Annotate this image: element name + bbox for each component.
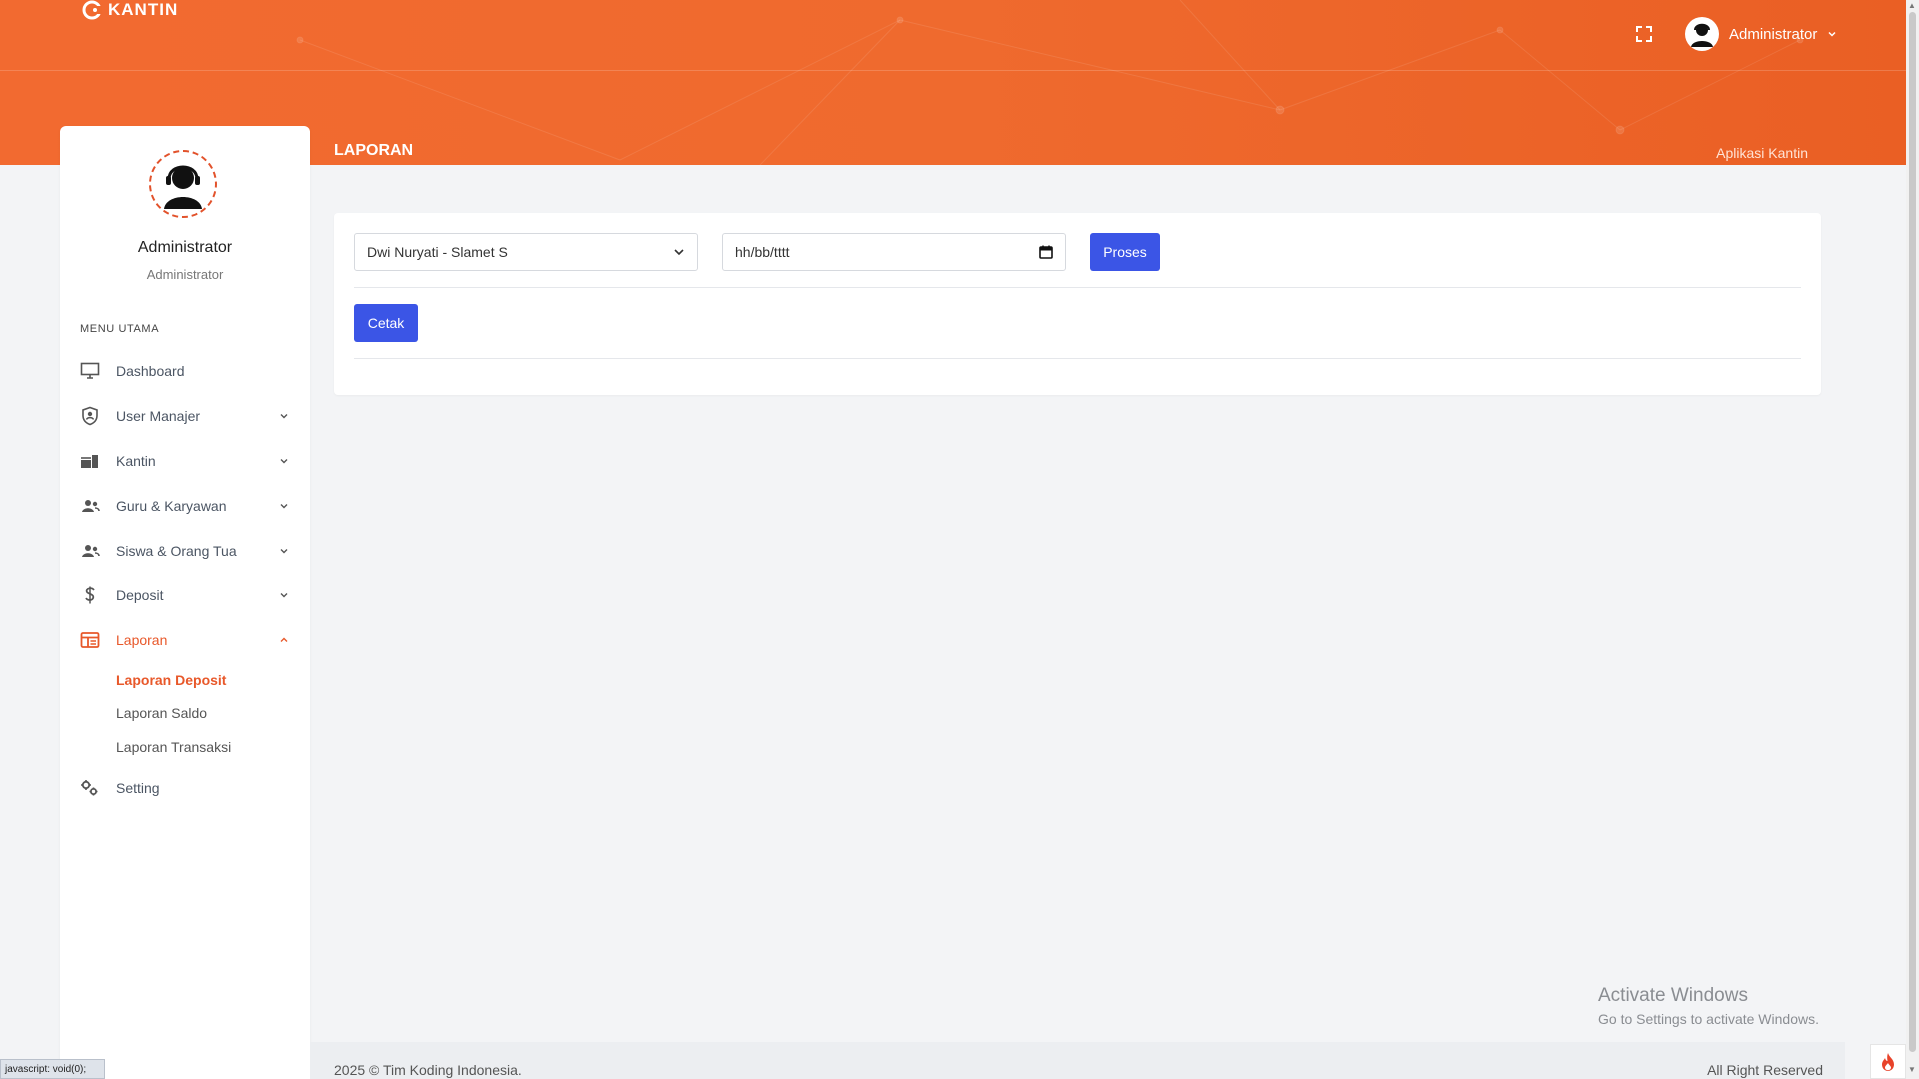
member-select-value: Dwi Nuryati - Slamet S — [367, 244, 508, 260]
sidebar-item-dashboard[interactable]: Dashboard — [80, 356, 290, 386]
sidebar-item-label: Guru & Karyawan — [116, 498, 227, 514]
sidebar-item-laporan[interactable]: Laporan — [80, 625, 290, 655]
watermark-subtitle: Go to Settings to activate Windows. — [1598, 1011, 1819, 1027]
divider — [354, 287, 1801, 288]
floating-widget-button[interactable] — [1870, 1044, 1906, 1079]
chevron-down-icon — [278, 455, 290, 467]
divider — [354, 358, 1801, 359]
sidebar-subitem-laporan-transaksi[interactable]: Laporan Transaksi — [116, 739, 231, 755]
sidebar-item-label: Kantin — [116, 453, 156, 469]
watermark-title: Activate Windows — [1598, 985, 1748, 1006]
sidebar-item-user-manajer[interactable]: User Manajer — [80, 401, 290, 431]
activate-windows-watermark: Activate Windows Go to Settings to activ… — [1598, 985, 1819, 1027]
chevron-down-icon — [1828, 31, 1836, 37]
profile-role: Administrator — [146, 267, 224, 282]
user-avatar-icon — [164, 165, 202, 209]
chevron-down-icon — [278, 500, 290, 512]
sidebar-item-deposit[interactable]: Deposit — [80, 580, 290, 610]
chevron-down-icon — [278, 545, 290, 557]
sidebar-item-label: User Manajer — [116, 408, 201, 424]
sidebar-item-label: Laporan — [116, 632, 168, 648]
sidebar-item-kantin[interactable]: Kantin — [80, 446, 290, 476]
sidebar-item-label: Deposit — [116, 587, 164, 603]
sidebar-item-setting[interactable]: Setting — [80, 773, 290, 803]
avatar — [1685, 17, 1719, 51]
chevron-down-icon — [278, 410, 290, 422]
user-name: Administrator — [1729, 25, 1818, 43]
brand-logo[interactable]: KANTIN — [82, 0, 178, 20]
user-avatar-icon — [1691, 23, 1713, 47]
chevron-down-icon — [278, 589, 290, 601]
report-icon — [80, 630, 100, 650]
app-name: Aplikasi Kantin — [1716, 145, 1808, 161]
sidebar-item-guru-karyawan[interactable]: Guru & Karyawan — [80, 491, 290, 521]
chevron-down-icon — [674, 249, 684, 256]
brand-name: KANTIN — [108, 0, 179, 19]
member-select[interactable]: Dwi Nuryati - Slamet S — [354, 233, 698, 271]
fullscreen-icon[interactable] — [1634, 24, 1654, 44]
gears-icon — [80, 778, 100, 798]
user-menu-dropdown[interactable]: Administrator — [1685, 16, 1837, 52]
fire-icon — [1882, 1052, 1894, 1071]
sidebar: Administrator Administrator MENU UTAMA D… — [60, 126, 310, 1079]
footer: 2025 © Tim Koding Indonesia. All Right R… — [310, 1042, 1845, 1079]
scroll-thumb[interactable] — [1909, 12, 1916, 1052]
report-filter-card: Dwi Nuryati - Slamet S hh/bb/tttt Proses… — [334, 213, 1821, 395]
browser-status-bar: javascript: void(0); — [0, 1059, 105, 1079]
monitor-icon — [80, 361, 100, 381]
footer-copyright: 2025 © Tim Koding Indonesia. — [334, 1062, 522, 1078]
users-icon — [80, 496, 100, 516]
sidebar-subitem-laporan-deposit[interactable]: Laporan Deposit — [116, 672, 226, 688]
calendar-icon[interactable] — [1039, 245, 1053, 259]
dollar-icon — [80, 585, 100, 605]
page-scrollbar[interactable]: ▲ ▼ — [1906, 0, 1919, 1079]
scroll-up-arrow-icon[interactable]: ▲ — [1908, 1, 1916, 10]
sidebar-item-siswa-orang-tua[interactable]: Siswa & Orang Tua — [80, 536, 290, 566]
users-icon — [80, 541, 100, 561]
sidebar-item-label: Setting — [116, 780, 160, 796]
scroll-down-arrow-icon[interactable]: ▼ — [1908, 1065, 1916, 1074]
date-placeholder: hh/bb/tttt — [735, 244, 790, 260]
sidebar-subitem-laporan-saldo[interactable]: Laporan Saldo — [116, 705, 207, 721]
sidebar-item-label: Dashboard — [116, 363, 185, 379]
sidebar-item-label: Siswa & Orang Tua — [116, 543, 237, 559]
brand-icon — [82, 0, 102, 20]
profile-avatar — [149, 150, 217, 218]
proses-button[interactable]: Proses — [1090, 233, 1160, 271]
profile-name: Administrator — [137, 239, 233, 256]
page-title: LAPORAN — [334, 142, 414, 159]
store-icon — [80, 451, 100, 471]
date-input[interactable]: hh/bb/tttt — [722, 233, 1066, 271]
menu-heading: MENU UTAMA — [80, 323, 160, 335]
cetak-button[interactable]: Cetak — [354, 304, 418, 342]
shield-user-icon — [80, 406, 100, 426]
chevron-up-icon — [278, 634, 290, 646]
footer-rights: All Right Reserved — [1707, 1062, 1823, 1078]
